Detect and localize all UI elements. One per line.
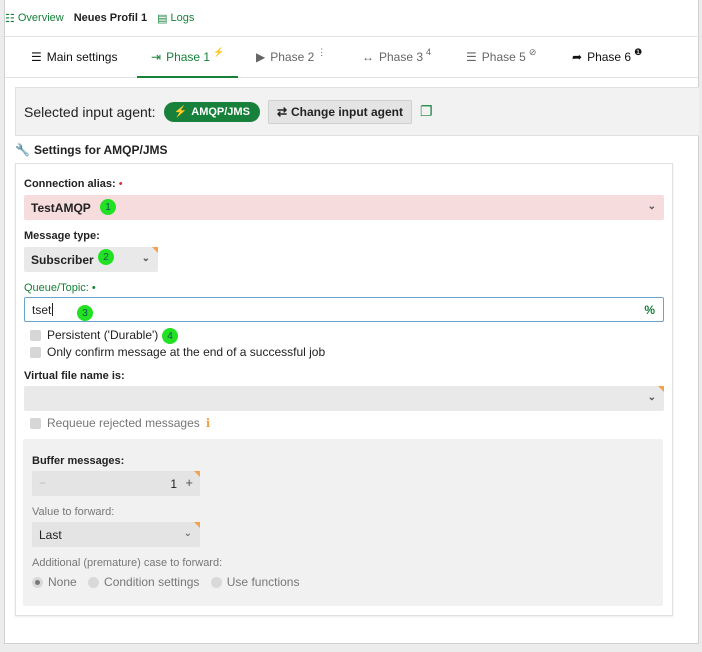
radio-condition-settings[interactable]: Condition settings <box>88 575 199 589</box>
bolt-icon: ⚡ <box>213 46 225 57</box>
logs-link[interactable]: ▤ Logs <box>157 12 194 25</box>
annotation-badge-4: 4 <box>162 328 178 344</box>
input-agent-bar: Selected input agent: ⚡ AMQP/JMS ⇄ Chang… <box>15 87 699 136</box>
annotation-badge-1: 1 <box>100 199 116 215</box>
chevron-down-icon: ⌄ <box>183 528 192 539</box>
tab-phase-6[interactable]: ➦ Phase 6 ❶ <box>572 37 642 77</box>
buffer-stepper[interactable]: − 1 + <box>32 471 200 496</box>
overview-link[interactable]: ☷ Overview <box>5 12 64 25</box>
blocked-icon: ⊘ <box>528 46 537 57</box>
buffer-label: Buffer messages: <box>32 455 125 467</box>
chevron-down-icon: ⌄ <box>647 392 656 403</box>
confirm-end-checkbox[interactable]: Only confirm message at the end of a suc… <box>30 345 325 359</box>
more-icon: ⋮ <box>317 46 327 57</box>
server-icon: ☰ <box>466 50 477 64</box>
change-agent-button[interactable]: ⇄ Change input agent <box>267 99 412 124</box>
arrow-right-icon: ⇥ <box>151 50 162 64</box>
forward-radio-group: None Condition settings Use functions <box>32 575 307 591</box>
value-forward-label: Value to forward: <box>32 506 115 518</box>
settings-card: Connection alias: • TestAMQP ⌄ 1 Message… <box>15 163 673 616</box>
swap-icon: ↔ <box>362 50 374 64</box>
profile-name: Neues Profil 1 <box>73 12 148 24</box>
tab-phase-1[interactable]: ⇥ Main settings Phase 1 ⚡ <box>136 37 239 78</box>
minus-icon[interactable]: − <box>39 476 46 490</box>
value-forward-select[interactable]: Last ⌄ <box>32 522 200 547</box>
virtual-file-label: Virtual file name is: <box>24 370 125 382</box>
virtual-file-select[interactable]: ⌄ <box>24 386 664 411</box>
agent-label: Selected input agent: <box>24 103 156 120</box>
agent-pill[interactable]: ⚡ AMQP/JMS <box>163 101 260 122</box>
copy-icon[interactable]: ❐ <box>420 103 433 120</box>
message-type-label: Message type: <box>24 230 100 242</box>
persistent-checkbox[interactable]: Persistent ('Durable') <box>30 328 158 342</box>
top-nav: ☷ Overview Neues Profil 1 ▤ Logs <box>1 0 702 37</box>
queue-topic-input[interactable]: tset % <box>24 297 664 322</box>
tab-phase-5[interactable]: ☰ Phase 5 ⊘ <box>466 37 536 77</box>
info-count-icon: ❶ <box>634 46 643 57</box>
tab-phase-3[interactable]: ↔ Phase 3 4 <box>362 37 431 77</box>
queue-topic-label: Queue/Topic: • <box>24 282 96 294</box>
percent-icon[interactable]: % <box>644 303 655 317</box>
grid-icon: ☷ <box>5 12 15 25</box>
edit-icon: ▶ <box>256 50 266 64</box>
annotation-badge-3: 3 <box>77 305 93 321</box>
radio-none[interactable]: None <box>32 575 77 589</box>
tab-main-settings[interactable]: ☰ Main settings <box>31 37 117 77</box>
settings-title: 🔧 Settings for AMQP/JMS <box>15 143 168 157</box>
chevron-down-icon: ⌄ <box>647 201 656 212</box>
tab-phase-2[interactable]: ▶ Phase 2 ⋮ <box>256 37 326 77</box>
share-icon: ➦ <box>572 50 583 64</box>
buffer-panel: Buffer messages: − 1 + Value to forward:… <box>23 439 663 606</box>
info-icon: ℹ <box>205 416 211 430</box>
document-icon: ▤ <box>157 12 168 25</box>
refresh-icon: ⇄ <box>276 104 287 119</box>
count-badge: 4 <box>426 47 432 57</box>
radio-use-functions[interactable]: Use functions <box>210 575 299 589</box>
connection-alias-select[interactable]: TestAMQP ⌄ <box>24 195 664 220</box>
plus-icon[interactable]: + <box>185 475 193 490</box>
phase-tabs: ☰ Main settings ⇥ Main settings Phase 1 … <box>5 37 698 78</box>
additional-case-label: Additional (premature) case to forward: <box>32 557 223 569</box>
message-type-select[interactable]: Subscriber ⌄ <box>24 247 158 272</box>
bolt-icon: ⚡ <box>173 106 188 118</box>
connection-alias-label: Connection alias: • <box>24 178 123 190</box>
annotation-badge-2: 2 <box>98 249 114 265</box>
requeue-checkbox[interactable]: Requeue rejected messages ℹ <box>30 416 210 430</box>
chevron-down-icon: ⌄ <box>141 253 150 264</box>
wrench-icon: 🔧 <box>15 143 30 157</box>
list-icon: ☰ <box>31 50 42 64</box>
app-window: ☷ Overview Neues Profil 1 ▤ Logs ☰ Main … <box>1 0 702 644</box>
